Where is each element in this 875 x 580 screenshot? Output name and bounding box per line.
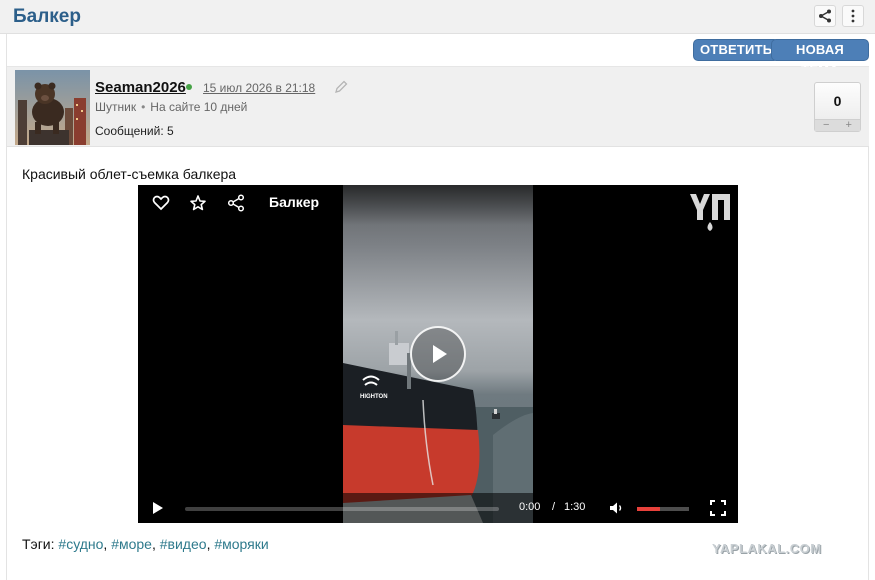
share-icon xyxy=(819,9,831,23)
topic-title-bar: Балкер xyxy=(0,0,875,34)
rating-plus-button[interactable]: + xyxy=(838,120,861,131)
video-controls: 0:00 / 1:30 xyxy=(138,493,738,523)
fullscreen-icon[interactable] xyxy=(710,500,726,516)
video-time-separator: / xyxy=(552,501,556,513)
bear-avatar-image xyxy=(15,70,90,145)
volume-slider[interactable] xyxy=(637,507,689,511)
video-player[interactable]: HIGHTON Балкер 0:00 / 1:30 xyxy=(138,185,738,523)
topic-title: Балкер xyxy=(13,6,81,27)
avatar[interactable] xyxy=(15,70,90,145)
post-tags: Тэги: #судно, #море, #видео, #моряки xyxy=(22,536,269,552)
post-rating: 0 − + xyxy=(814,82,861,132)
play-icon[interactable] xyxy=(152,501,164,515)
post-date-link[interactable]: 15 июл 2026 в 21:18 xyxy=(203,81,315,95)
play-icon xyxy=(433,345,447,363)
volume-icon[interactable] xyxy=(609,500,625,516)
vertical-dots-icon xyxy=(851,9,855,23)
action-bar: ОТВЕТИТЬ НОВАЯ ТЕМА xyxy=(7,34,869,77)
post-text: Красивый облет-съемка балкера xyxy=(22,166,237,182)
author-message-count: Сообщений: 5 xyxy=(95,124,174,138)
video-progress-bar[interactable] xyxy=(185,507,499,511)
reply-button[interactable]: ОТВЕТИТЬ xyxy=(693,39,780,61)
yp-logo-icon xyxy=(690,194,730,231)
share-icon[interactable] xyxy=(227,194,245,212)
tag-link[interactable]: #видео xyxy=(160,536,207,552)
author-meta: Шутник • На сайте 10 дней xyxy=(95,100,247,114)
tags-label: Тэги: xyxy=(22,536,55,552)
video-duration: 1:30 xyxy=(564,501,586,513)
author-on-site: На сайте 10 дней xyxy=(150,100,248,114)
video-current-time: 0:00 xyxy=(519,501,541,513)
meta-separator: • xyxy=(141,100,146,114)
heart-icon[interactable] xyxy=(152,194,170,212)
hull-text: HIGHTON xyxy=(360,394,388,400)
rating-value: 0 xyxy=(833,93,842,109)
online-status-indicator xyxy=(186,84,192,90)
pencil-icon[interactable] xyxy=(335,80,348,93)
rating-controls: − + xyxy=(815,119,860,131)
star-icon[interactable] xyxy=(189,194,207,212)
share-button[interactable] xyxy=(814,5,836,27)
rating-minus-button[interactable]: − xyxy=(815,120,838,131)
tag-link[interactable]: #море xyxy=(111,536,152,552)
play-overlay-button[interactable] xyxy=(410,326,466,382)
volume-level xyxy=(637,507,661,511)
tag-link[interactable]: #судно xyxy=(58,536,103,552)
more-options-button[interactable] xyxy=(842,5,864,27)
post-header: Seaman2026 15 июл 2026 в 21:18 Шутник • На… xyxy=(7,67,869,147)
new-topic-button[interactable]: НОВАЯ ТЕМА xyxy=(771,39,869,77)
author-rank: Шутник xyxy=(95,100,137,114)
site-watermark: YAPLAKAL.COM xyxy=(712,541,822,556)
video-title: Балкер xyxy=(269,194,320,210)
tag-link[interactable]: #моряки xyxy=(214,536,268,552)
post-author-link[interactable]: Seaman2026 xyxy=(95,79,186,96)
